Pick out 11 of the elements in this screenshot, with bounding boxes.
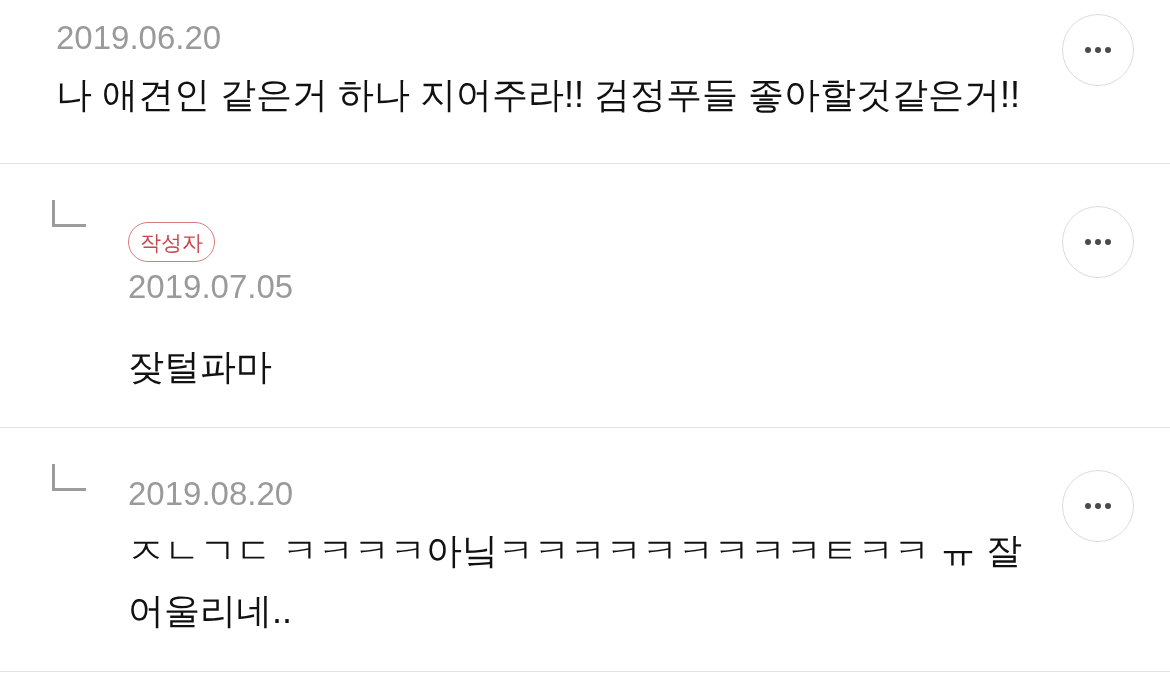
more-icon bbox=[1085, 47, 1111, 53]
more-icon bbox=[1085, 239, 1111, 245]
reply-indent-icon bbox=[52, 200, 86, 227]
more-icon bbox=[1085, 503, 1111, 509]
comment-text: 잦털파마 bbox=[128, 345, 273, 389]
reply-indent-icon bbox=[52, 464, 86, 491]
comment-date: 2019.07.05 bbox=[128, 267, 295, 307]
comment-text: ㅈㄴㄱㄷ ㅋㅋㅋㅋ아닠ㅋㅋㅋㅋㅋㅋㅋㅋㅋㅌㅋㅋ ㅠ 잘 어울리네.. bbox=[128, 529, 1023, 633]
comment-date: 2019.06.20 bbox=[56, 18, 223, 58]
comment-text: 나 애견인 같은거 하나 지어주라!! 검정푸들 좋아할것같은거!! bbox=[56, 73, 1022, 117]
comment-date: 2019.08.20 bbox=[128, 474, 295, 514]
